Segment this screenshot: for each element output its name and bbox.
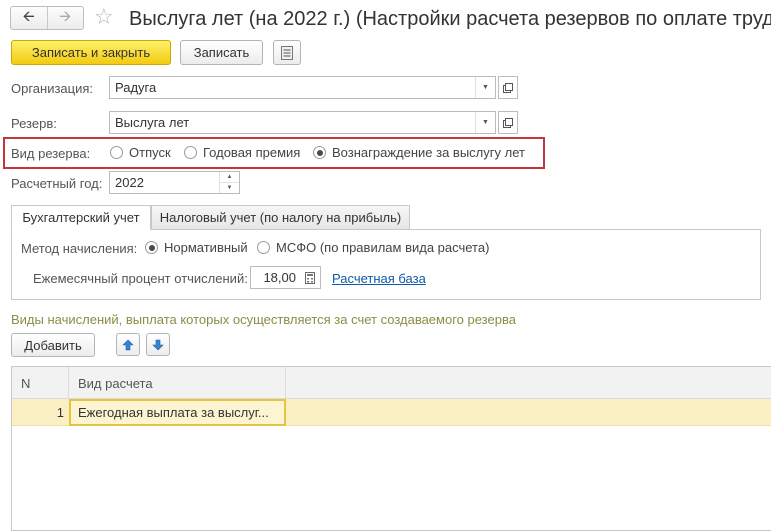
reserve-type-annual-bonus-radio[interactable]: Годовая премия	[184, 145, 300, 160]
page-title: Выслуга лет (на 2022 г.) (Настройки расч…	[129, 8, 771, 30]
chevron-down-icon[interactable]: ▼	[475, 112, 495, 133]
reserve-open-button[interactable]	[498, 111, 518, 134]
organization-label: Организация:	[11, 81, 94, 96]
organization-field[interactable]: Радуга ▼	[109, 76, 496, 99]
arrow-left-icon: 🡨	[22, 7, 35, 25]
column-header-kind[interactable]: Вид расчета	[69, 367, 286, 399]
open-window-icon	[503, 82, 513, 93]
save-and-close-button[interactable]: Записать и закрыть	[11, 40, 171, 65]
percent-value: 18,00	[263, 270, 296, 285]
table-header: N Вид расчета	[12, 367, 771, 399]
row-kind-cell[interactable]: Ежегодная выплата за выслуг...	[69, 399, 286, 426]
forward-button[interactable]: 🡪	[46, 7, 84, 29]
method-normative-radio[interactable]: Нормативный	[145, 240, 248, 255]
radio-icon	[257, 241, 270, 254]
percent-label: Ежемесячный процент отчислений:	[33, 271, 248, 286]
method-ifrs-radio[interactable]: МСФО (по правилам вида расчета)	[257, 240, 489, 255]
save-button[interactable]: Записать	[180, 40, 263, 65]
tab-tax-accounting[interactable]: Налоговый учет (по налогу на прибыль)	[151, 205, 410, 230]
radio-icon	[110, 146, 123, 159]
stepper-up-icon[interactable]: ▲	[220, 172, 239, 183]
calculator-icon	[305, 271, 315, 284]
table-row[interactable]: 1 Ежегодная выплата за выслуг...	[12, 399, 771, 426]
star-icon[interactable]: ☆	[94, 4, 114, 30]
tab-accounting[interactable]: Бухгалтерский учет	[11, 205, 151, 230]
column-header-n[interactable]: N	[12, 367, 69, 399]
percent-field[interactable]: 18,00	[250, 266, 321, 289]
accruals-table[interactable]: N Вид расчета 1 Ежегодная выплата за выс…	[11, 366, 771, 531]
reserve-label: Резерв:	[11, 116, 57, 131]
radio-selected-icon	[145, 241, 158, 254]
move-down-button[interactable]	[146, 333, 170, 356]
chevron-down-icon[interactable]: ▼	[475, 77, 495, 98]
reserve-type-vacation-radio[interactable]: Отпуск	[110, 145, 171, 160]
year-field[interactable]: 2022 ▲ ▼	[109, 171, 240, 194]
year-label: Расчетный год:	[11, 176, 103, 191]
reserve-value: Выслуга лет	[115, 115, 190, 130]
stepper-down-icon[interactable]: ▼	[220, 183, 239, 193]
arrow-right-icon: 🡪	[59, 7, 72, 25]
year-stepper[interactable]: ▲ ▼	[219, 172, 239, 193]
reserve-type-seniority-radio[interactable]: Вознаграждение за выслугу лет	[313, 145, 525, 160]
reserve-type-label: Вид резерва:	[11, 146, 91, 161]
calculation-base-link[interactable]: Расчетная база	[332, 271, 426, 286]
row-number: 1	[56, 405, 64, 420]
accruals-hint: Виды начислений, выплата которых осущест…	[11, 312, 516, 327]
arrow-down-icon	[152, 339, 164, 350]
open-window-icon	[503, 117, 513, 128]
list-icon	[281, 45, 293, 60]
arrow-up-icon	[122, 339, 134, 350]
organization-open-button[interactable]	[498, 76, 518, 99]
reserve-field[interactable]: Выслуга лет ▼	[109, 111, 496, 134]
calculator-button[interactable]	[300, 267, 320, 288]
organization-value: Радуга	[115, 80, 157, 95]
back-button[interactable]: 🡨	[11, 7, 47, 29]
history-nav: 🡨 🡪	[10, 6, 84, 30]
move-up-button[interactable]	[116, 333, 140, 356]
radio-selected-icon	[313, 146, 326, 159]
year-value: 2022	[115, 175, 144, 190]
method-label: Метод начисления:	[21, 241, 138, 256]
add-button[interactable]: Добавить	[11, 333, 95, 357]
radio-icon	[184, 146, 197, 159]
more-actions-button[interactable]	[273, 40, 301, 65]
